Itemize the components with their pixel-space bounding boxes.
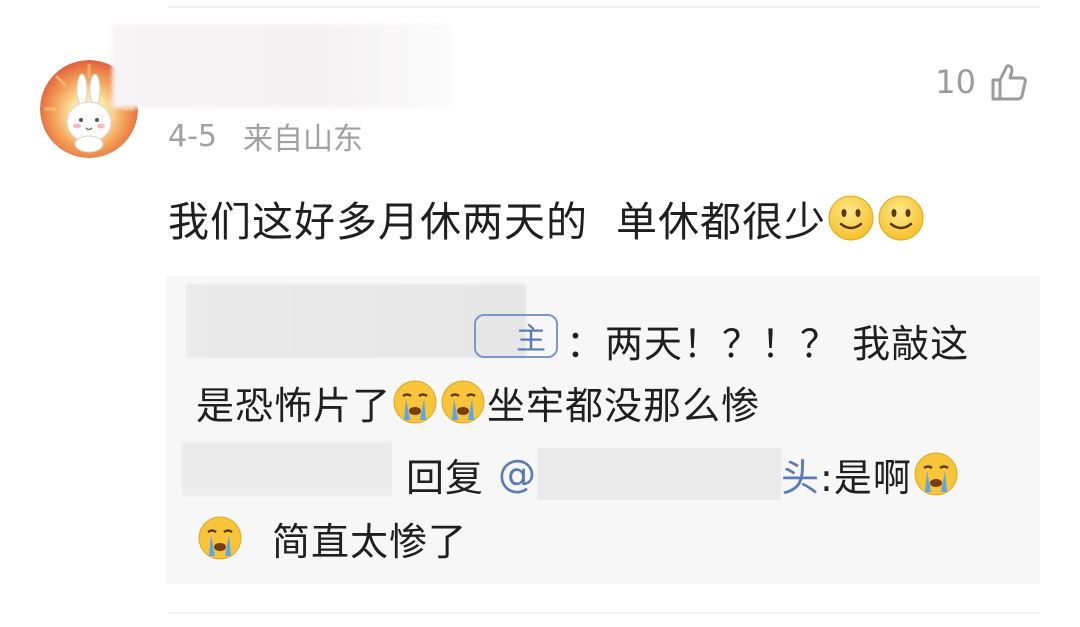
author-tag: 主 <box>474 314 558 358</box>
like-count: 10 <box>935 63 976 101</box>
reply-word: 回复 <box>406 455 485 500</box>
reply-2-text-b: 简直太惨了 <box>272 519 468 564</box>
reply-2-author-redacted <box>182 442 392 496</box>
mention-redacted <box>537 448 782 500</box>
crying-face-emoji-icon <box>196 514 244 562</box>
reply-1-text-c: 坐牢都没那么惨 <box>487 383 761 428</box>
comment-text-part2: 单休都很少 <box>616 198 826 246</box>
comment-location: 来自山东 <box>243 122 363 157</box>
comment-text: 我们这好多月休两天的 单休都很少 <box>168 190 926 246</box>
reply-2-line-2: 简直太惨了 <box>196 510 467 566</box>
comment-meta: 4-5 来自山东 <box>168 112 363 160</box>
bottom-divider <box>168 612 1040 614</box>
mention-suffix[interactable]: 头 <box>781 447 820 502</box>
reply-1-line-2: 是恐怖片了 坐牢都没那么惨 <box>196 374 760 430</box>
thumbs-up-icon <box>990 62 1028 102</box>
author-tag-label: 主 <box>516 322 546 357</box>
reply-1-line-1: ：两天！？！？ 我敲这 <box>566 312 969 368</box>
crying-face-emoji-icon <box>391 378 439 426</box>
reply-2-text-a: :是啊 <box>820 455 912 500</box>
crying-face-emoji-icon <box>912 450 960 498</box>
reply-1-text-b: 是恐怖片了 <box>196 383 392 428</box>
like-button[interactable]: 10 <box>935 58 1028 106</box>
mention-prefix[interactable]: @ <box>498 452 537 496</box>
comment-text-part1: 我们这好多月休两天的 <box>168 198 588 246</box>
slight-smile-emoji-icon <box>876 193 926 243</box>
reply-1-text-a: ：两天！？！？ 我敲这 <box>566 321 970 366</box>
top-divider <box>168 6 1040 8</box>
slight-smile-emoji-icon <box>826 193 876 243</box>
crying-face-emoji-icon <box>439 378 487 426</box>
comment-page: 4-5 来自山东 10 我们这好多月休两天的 单休都很少 主 ：两天！？！？ 我… <box>0 0 1080 627</box>
username-redacted <box>112 24 452 108</box>
reply-2-line-1: 回复 @ 头 :是啊 <box>406 446 960 502</box>
comment-date: 4-5 <box>168 118 217 154</box>
